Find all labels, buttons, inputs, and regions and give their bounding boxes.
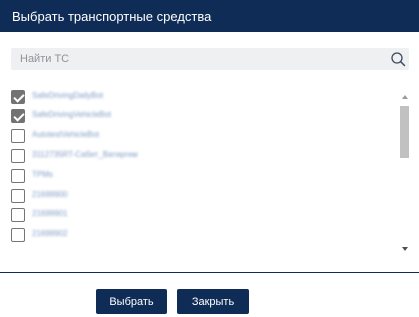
vehicle-list: SafeDrivingDailyBot SafeDrivingVehicleBo… bbox=[0, 88, 419, 256]
scroll-down-arrow-icon[interactable] bbox=[398, 244, 412, 254]
vehicle-item[interactable]: 21699900 bbox=[11, 189, 391, 205]
vehicle-label: 21699901 bbox=[32, 209, 68, 218]
vehicle-checkbox[interactable] bbox=[11, 90, 25, 104]
search-icon[interactable] bbox=[390, 51, 406, 67]
select-button[interactable]: Выбрать bbox=[96, 289, 167, 314]
vehicle-label: TPMs bbox=[32, 170, 53, 179]
list-scrollbar[interactable] bbox=[398, 92, 412, 254]
vehicle-checkbox[interactable] bbox=[11, 109, 25, 123]
vehicle-checkbox[interactable] bbox=[11, 169, 25, 183]
vehicle-checkbox[interactable] bbox=[11, 149, 25, 163]
vehicle-item[interactable]: 21699901 bbox=[11, 208, 391, 224]
dialog-header: Выбрать транспортные средства bbox=[0, 0, 419, 32]
search-box bbox=[11, 48, 409, 70]
dialog-title: Выбрать транспортные средства bbox=[12, 9, 212, 24]
close-button[interactable]: Закрыть bbox=[177, 289, 249, 314]
vehicle-checkbox[interactable] bbox=[11, 189, 25, 203]
vehicle-label: AutotestVehicleBot bbox=[32, 130, 100, 139]
vehicle-label: SafeDrivingDailyBot bbox=[32, 91, 104, 100]
search-input[interactable] bbox=[11, 48, 381, 70]
vehicle-checkbox[interactable] bbox=[11, 208, 25, 222]
scroll-up-arrow-icon[interactable] bbox=[398, 92, 412, 102]
vehicle-item[interactable]: SafeDrivingDailyBot bbox=[11, 90, 391, 106]
vehicle-item[interactable]: 3112735RT-Сабит_Ватиргем bbox=[11, 149, 391, 165]
vehicle-label: 21699902 bbox=[32, 229, 68, 238]
vehicle-checkbox[interactable] bbox=[11, 129, 25, 143]
vehicle-item[interactable]: SafeDrivingVehicleBot bbox=[11, 109, 391, 125]
scrollbar-thumb[interactable] bbox=[400, 106, 409, 158]
vehicle-label: SafeDrivingVehicleBot bbox=[32, 110, 112, 119]
vehicle-label: 3112735RT-Сабит_Ватиргем bbox=[32, 150, 138, 159]
vehicle-item[interactable]: TPMs bbox=[11, 169, 391, 185]
footer-divider bbox=[0, 272, 419, 273]
vehicle-checkbox[interactable] bbox=[11, 228, 25, 242]
vehicle-item[interactable]: 21699902 bbox=[11, 228, 391, 244]
vehicle-label: 21699900 bbox=[32, 190, 68, 199]
vehicle-item[interactable]: AutotestVehicleBot bbox=[11, 129, 391, 145]
